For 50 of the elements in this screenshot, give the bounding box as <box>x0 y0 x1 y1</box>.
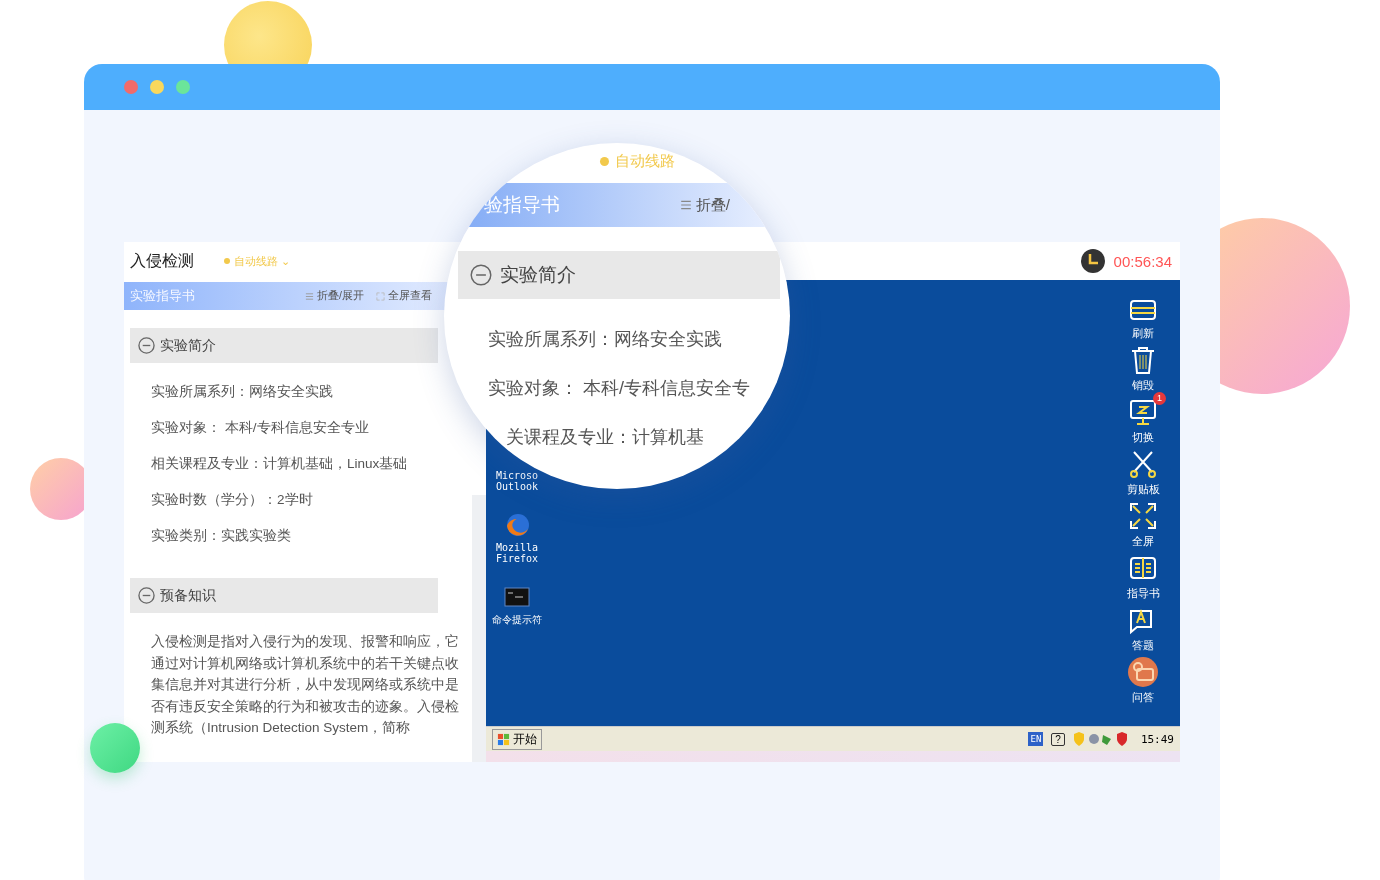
language-indicator[interactable]: EN <box>1028 732 1044 746</box>
info-line: 实验对象： 本科/专科信息安全专业 <box>151 419 370 437</box>
desktop-icon-label[interactable]: 命令提示符 <box>492 614 542 625</box>
start-button[interactable]: 开始 <box>492 728 542 750</box>
info-line: 实验对象： 本科/专科信息安全专 <box>488 377 751 400</box>
info-line: 关课程及专业：计算机基 <box>506 426 705 449</box>
info-line: 实验类别：实践实验类 <box>151 527 292 545</box>
fullscreen-button[interactable]: 全屏查看 <box>376 289 432 303</box>
collapse-circle-icon <box>470 264 492 286</box>
notification-badge: 1 <box>1153 392 1166 405</box>
section-header[interactable]: 实验简介 <box>130 328 438 363</box>
clock-icon <box>1080 249 1105 273</box>
menu-icon <box>305 291 315 301</box>
countdown-timer: 00:56:34 <box>1113 252 1172 270</box>
system-clock: 15:49 <box>1140 732 1174 746</box>
toolbar-button[interactable]: 指导书 <box>1118 552 1168 601</box>
info-line: 实验时数（学分）：2学时 <box>151 491 314 509</box>
toolbar-button[interactable]: 问答 <box>1118 656 1168 705</box>
scrollbar-track[interactable] <box>472 495 486 762</box>
monitor-icon <box>1128 397 1158 427</box>
description-paragraph: 入侵检测是指对入侵行为的发现、报警和响应，它通过对计算机网络或计算机系统中的若干关键点收集信息并对其进行分析，从中发现网络或系统中是否有违反安全策略的行为和被攻击的迹象。入侵检测系统（Intrusion Detection System，简称 <box>151 633 460 737</box>
info-line: 实验所属系列：网络安全实践 <box>151 383 334 401</box>
expand-icon <box>1128 501 1158 531</box>
toolbar-button[interactable]: 全屏 <box>1118 500 1168 549</box>
collapse-circle-icon <box>138 587 155 604</box>
scissors-icon <box>1128 449 1158 479</box>
section-header: 实验简介 <box>458 251 780 299</box>
toolbar-button[interactable]: 答题 <box>1118 604 1168 653</box>
collapse-circle-icon <box>138 337 155 354</box>
chat-icon <box>1128 657 1158 687</box>
collapse-button[interactable]: 折叠/ <box>679 195 730 215</box>
windows-logo-icon <box>497 732 510 746</box>
info-line: 相关课程及专业：计算机基础，Linux基础 <box>151 455 409 473</box>
minimize-dot[interactable] <box>150 80 164 94</box>
toolbar-button[interactable]: 刷新 <box>1118 292 1168 341</box>
maximize-dot[interactable] <box>176 80 190 94</box>
desktop-icon-label[interactable]: Microso Outlook <box>495 470 539 492</box>
section-header[interactable]: 预备知识 <box>130 578 438 613</box>
menu-icon <box>679 199 692 211</box>
desktop-icon-label[interactable]: Mozilla Firefox <box>495 542 539 564</box>
info-line: 实验所属系列：网络安全实践 <box>488 328 723 351</box>
page-title: 入侵检测 <box>130 250 194 271</box>
guide-title: 实验指导书 <box>130 287 195 305</box>
toolbar-button[interactable]: 销毁 <box>1118 344 1168 393</box>
collapse-button[interactable]: 折叠/展开 <box>305 289 364 303</box>
route-label: 自动线路 <box>600 152 790 171</box>
expand-icon <box>376 291 385 301</box>
toolbar-button[interactable]: 剪贴板 <box>1118 448 1168 497</box>
help-button[interactable]: ? <box>1051 732 1065 746</box>
close-dot[interactable] <box>124 80 138 94</box>
